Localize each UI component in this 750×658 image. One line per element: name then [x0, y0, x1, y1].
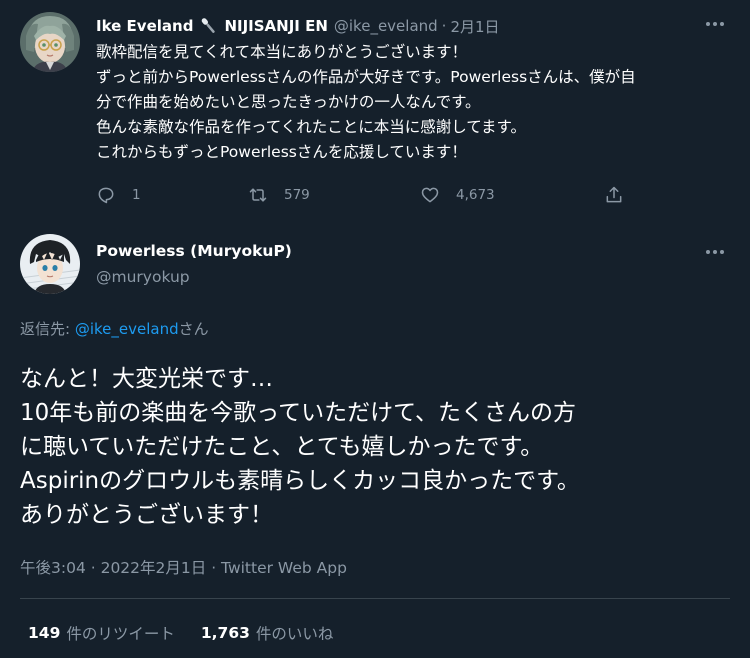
replying-suffix: さん [178, 320, 209, 338]
parent-timestamp[interactable]: 2月1日 [450, 16, 499, 37]
tweet-timestamp[interactable]: 午後3:04 · 2022年2月1日 [20, 559, 206, 577]
reply-count: 1 [132, 187, 141, 203]
share-icon [606, 186, 622, 203]
text-line: 10年も前の楽曲を今歌っていただけて、たくさんの方 [20, 400, 576, 426]
text-line: に聴いていただけたこと、とても嬉しかったです。 [20, 434, 544, 460]
parent-name-suffix[interactable]: NIJISANJI EN [224, 17, 327, 35]
replying-mention-link[interactable]: @ike_eveland [75, 320, 179, 338]
replying-to: 返信先: @ike_evelandさん [20, 318, 209, 339]
parent-tweet-actions: 1 579 4,673 [96, 180, 656, 210]
parent-handle[interactable]: @ike_eveland [334, 17, 438, 35]
main-display-name[interactable]: Powerless (MuryokuP) [96, 242, 292, 260]
main-handle[interactable]: @muryokup [96, 268, 190, 286]
text-line: ありがとうございます！ [20, 502, 273, 528]
header-separator: · [441, 17, 447, 35]
microphone-icon [197, 17, 219, 35]
text-line: 色んな素敵な作品を作ってくれたことに本当に感謝してます。 [96, 118, 526, 136]
retweet-button[interactable]: 579 [248, 180, 310, 210]
parent-display-name[interactable]: Ike Eveland [96, 17, 193, 35]
avatar-powerless[interactable] [20, 234, 80, 294]
parent-tweet-text: 歌枠配信を見てくれて本当にありがとうございます！ ずっと前からPowerless… [96, 40, 736, 165]
reply-icon [98, 187, 114, 204]
more-options-icon[interactable] [700, 242, 730, 262]
parent-tweet-header: Ike Eveland NIJISANJI EN @ike_eveland · … [96, 14, 500, 38]
text-line: ずっと前からPowerlessさんの作品が大好きです。Powerlessさんは、… [96, 68, 636, 86]
text-line: 歌枠配信を見てくれて本当にありがとうございます！ [96, 43, 468, 61]
retweet-stat-label: 件のリツイート [66, 625, 175, 643]
text-line: Aspirinのグロウルも素晴らしくカッコ良かったです。 [20, 468, 580, 494]
text-line: なんと！大変光栄です… [20, 366, 273, 392]
main-tweet-text: なんと！大変光栄です… 10年も前の楽曲を今歌っていただけて、たくさんの方 に聴… [20, 362, 740, 532]
text-line: 分で作曲を始めたいと思ったきっかけの一人なんです。 [96, 93, 481, 111]
like-stat-label: 件のいいね [255, 625, 334, 643]
divider [20, 598, 730, 599]
like-stat-link[interactable]: 1,763 件のいいね [201, 622, 334, 644]
tweet-meta: 午後3:04 · 2022年2月1日 · Twitter Web App [20, 556, 347, 578]
tweet-thread-view: Ike Eveland NIJISANJI EN @ike_eveland · … [0, 0, 750, 658]
avatar-ike-eveland[interactable] [20, 12, 80, 72]
like-stat-count: 1,763 [200, 624, 250, 642]
reply-button[interactable]: 1 [96, 180, 141, 210]
text-line: これからもずっとPowerlessさんを応援しています！ [96, 143, 467, 161]
retweet-stat-link[interactable]: 149 件のリツイート [28, 622, 175, 644]
replying-prefix: 返信先: [20, 320, 75, 338]
tweet-stats: 149 件のリツイート 1,763 件のいいね [28, 622, 333, 644]
like-button[interactable]: 4,673 [420, 180, 495, 210]
retweet-count: 579 [284, 187, 310, 203]
heart-icon [421, 187, 439, 203]
more-options-icon[interactable] [700, 14, 730, 34]
tweet-source-link[interactable]: Twitter Web App [221, 559, 347, 577]
retweet-stat-count: 149 [28, 624, 61, 642]
like-count: 4,673 [456, 187, 495, 203]
share-button[interactable] [604, 180, 624, 210]
meta-separator: · [206, 559, 222, 577]
retweet-icon [249, 188, 267, 202]
